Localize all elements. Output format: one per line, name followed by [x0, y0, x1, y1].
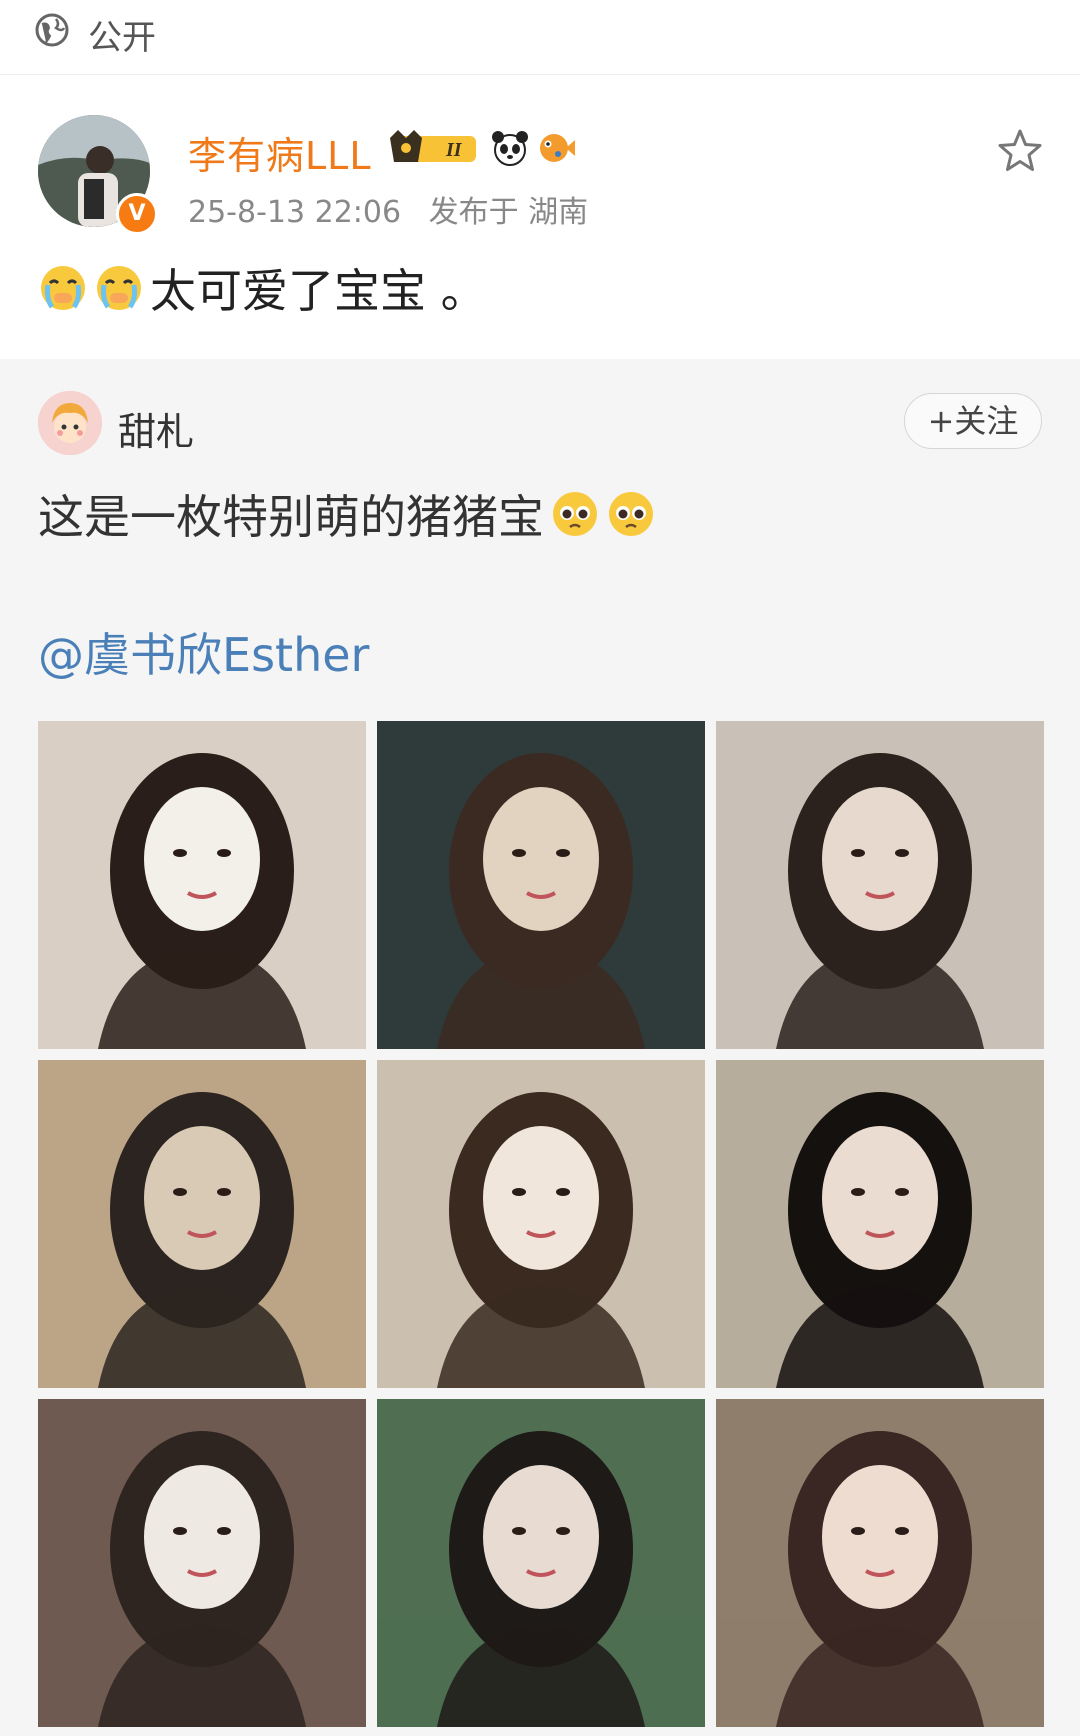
post-card: V 李有病LLL II 25-8-13 22:06 发布于 湖南 太可爱了宝宝 …: [0, 75, 1080, 359]
photo-thumbnail[interactable]: [377, 721, 705, 1049]
repost-avatar[interactable]: [38, 391, 102, 455]
privacy-bar: 公开: [0, 0, 1080, 75]
pufferfish-icon: [540, 134, 575, 162]
crown-level-icon: II: [390, 130, 476, 162]
post-text: 太可爱了宝宝 。: [150, 264, 487, 318]
repost-username[interactable]: 甜札: [118, 401, 194, 456]
post-body: 太可爱了宝宝 。: [38, 255, 487, 321]
crying-emoji-icon: [97, 266, 141, 310]
pleading-emoji-icon: [553, 492, 597, 536]
favorite-star-icon[interactable]: [996, 127, 1044, 175]
crying-emoji-icon: [41, 266, 85, 310]
photo-thumbnail[interactable]: [377, 1060, 705, 1388]
photo-thumbnail[interactable]: [716, 1060, 1044, 1388]
post-username[interactable]: 李有病LLL: [188, 125, 372, 180]
globe-icon: [35, 13, 69, 47]
user-badges: II: [388, 127, 576, 169]
photo-thumbnail[interactable]: [716, 721, 1044, 1049]
panda-icon: [492, 131, 528, 166]
photo-thumbnail[interactable]: [377, 1399, 705, 1727]
follow-button[interactable]: +关注: [904, 393, 1042, 449]
post-location: 发布于 湖南: [428, 195, 589, 230]
badge-level-text: II: [445, 139, 463, 161]
photo-thumbnail[interactable]: [38, 1399, 366, 1727]
post-timestamp: 25-8-13 22:06: [188, 195, 402, 230]
photo-thumbnail[interactable]: [38, 1060, 366, 1388]
verified-badge: V: [116, 193, 158, 235]
repost-text: 这是一枚特别萌的猪猪宝: [38, 490, 544, 544]
pleading-emoji-icon: [609, 492, 653, 536]
photo-thumbnail[interactable]: [716, 1399, 1044, 1727]
mention-link[interactable]: @虞书欣Esther: [38, 619, 369, 685]
repost-card[interactable]: 甜札 +关注 这是一枚特别萌的猪猪宝 @虞书欣Esther: [0, 359, 1080, 1736]
post-meta: 25-8-13 22:06 发布于 湖南: [188, 187, 588, 231]
photo-thumbnail[interactable]: [38, 721, 366, 1049]
photo-grid: [38, 721, 1044, 1727]
privacy-label: 公开: [88, 18, 156, 58]
repost-body: 这是一枚特别萌的猪猪宝: [38, 481, 656, 547]
